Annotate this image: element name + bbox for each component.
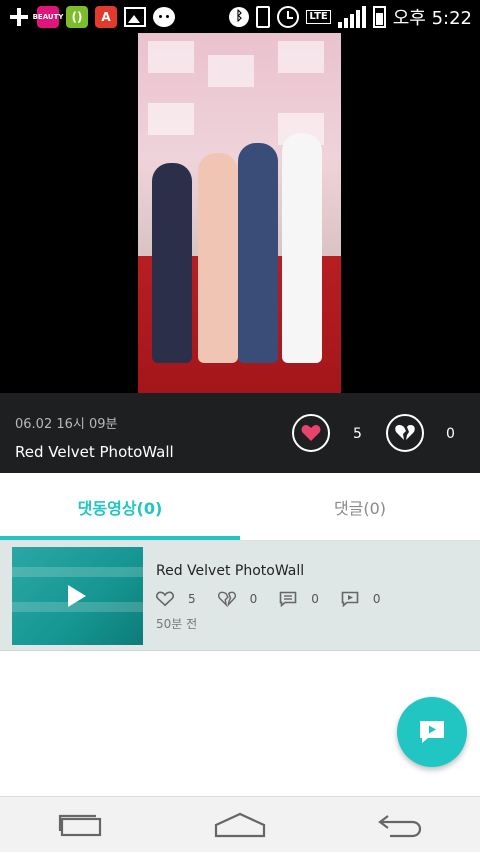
recent-apps-button[interactable]	[40, 797, 120, 853]
tab-bar: 댓동영상(0) 댓글(0)	[0, 473, 480, 541]
bluetooth-icon: ᛒ	[229, 6, 250, 27]
vibrate-icon	[256, 5, 271, 28]
like-count: 5	[353, 426, 362, 442]
list-item-stats: 5 0 0 0	[156, 591, 403, 607]
dislike-count: 0	[446, 426, 455, 442]
recent-apps-icon	[58, 814, 102, 836]
video-reply-icon	[341, 591, 359, 607]
video-reply-icon	[420, 721, 444, 743]
beauty-app-icon: BEAUTY	[33, 5, 63, 28]
broken-heart-icon	[395, 425, 415, 440]
stat-dislikes-count: 0	[249, 592, 258, 606]
olive-app-icon: ()	[66, 5, 88, 28]
stat-replies: 0	[341, 591, 381, 607]
signal-icon	[337, 5, 366, 28]
list-item-time: 50분 전	[156, 617, 198, 631]
gallery-icon	[124, 6, 146, 27]
broken-heart-outline-icon	[217, 591, 236, 607]
video-date: 06.02 16시 09분	[15, 417, 118, 432]
comment-icon	[279, 591, 297, 607]
tab-reply-videos[interactable]: 댓동영상(0)	[0, 473, 240, 540]
heart-icon	[301, 425, 321, 441]
stat-comments-count: 0	[311, 592, 319, 606]
lte-icon: LTE	[306, 9, 331, 24]
stat-likes-count: 5	[188, 592, 196, 606]
alarm-icon	[277, 5, 300, 28]
video-player[interactable]	[0, 33, 480, 393]
dislike-button[interactable]	[386, 414, 424, 452]
heart-outline-icon	[156, 591, 174, 607]
tab-indicator	[0, 536, 240, 540]
tab-comments[interactable]: 댓글(0)	[240, 473, 480, 540]
video-info-bar: 06.02 16시 09분 Red Velvet PhotoWall 5 0	[0, 393, 480, 473]
video-title: Red Velvet PhotoWall	[15, 443, 174, 461]
list-item[interactable]: Red Velvet PhotoWall 5 0 0 0 50분 전	[0, 541, 480, 651]
battery-icon	[372, 5, 386, 28]
like-button[interactable]	[292, 414, 330, 452]
stat-dislikes: 0	[217, 591, 258, 607]
stat-likes: 5	[156, 591, 196, 607]
status-time: 오후 5:22	[392, 7, 472, 29]
bear-app-icon	[153, 6, 175, 27]
status-bar: BEAUTY () A ᛒ LTE 오후 5:22	[0, 0, 480, 33]
list-item-title: Red Velvet PhotoWall	[156, 563, 305, 579]
video-thumbnail[interactable]	[12, 547, 143, 645]
video-frame	[138, 33, 341, 393]
back-icon	[378, 814, 422, 837]
add-video-reply-button[interactable]	[397, 697, 467, 767]
navigation-bar	[0, 796, 480, 852]
back-button[interactable]	[360, 797, 440, 853]
a-app-icon: A	[95, 5, 117, 28]
home-button[interactable]	[200, 797, 280, 853]
play-icon	[68, 585, 86, 607]
home-icon	[214, 812, 266, 837]
add-icon	[8, 6, 30, 28]
stat-comments: 0	[279, 591, 319, 607]
stat-replies-count: 0	[372, 592, 381, 606]
